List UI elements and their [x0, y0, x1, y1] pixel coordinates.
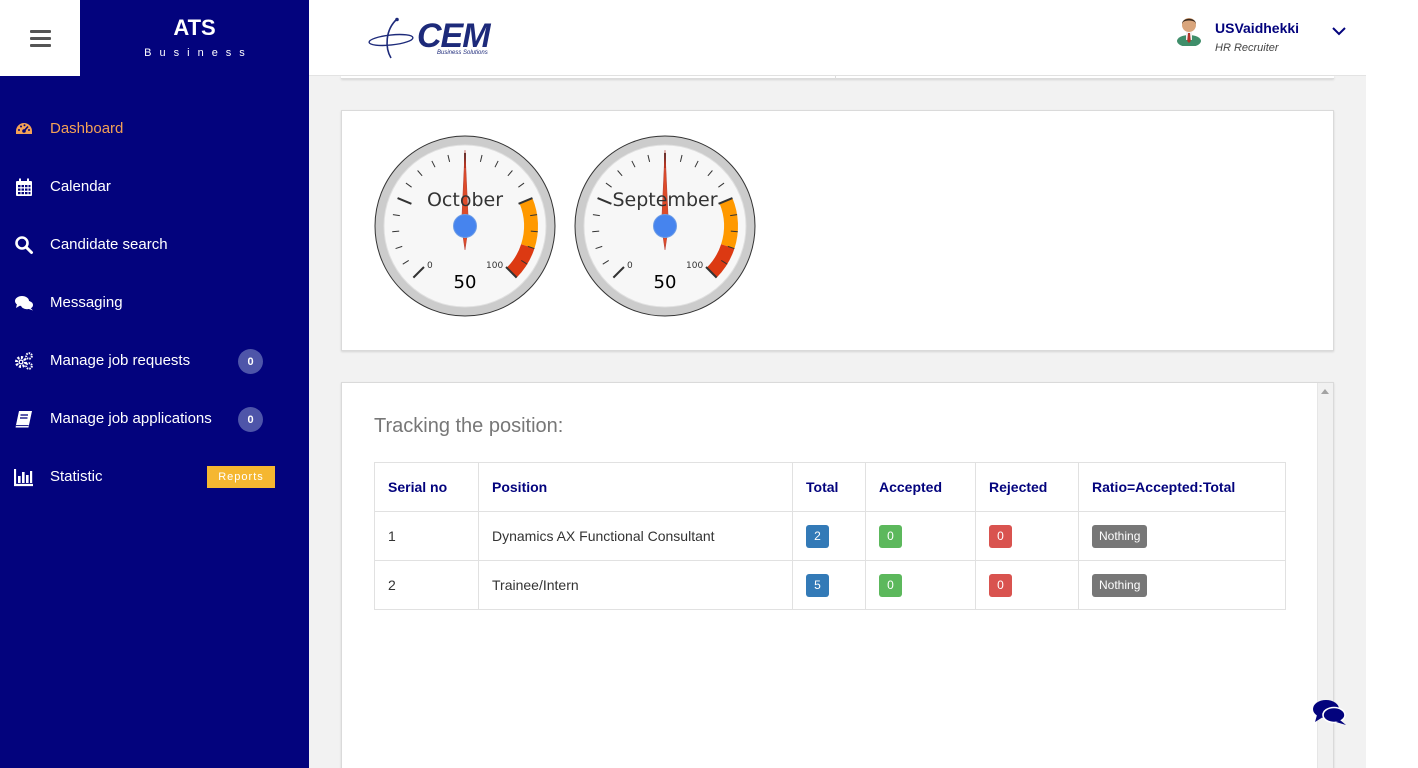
book-icon	[15, 411, 32, 428]
ratio-cell: Nothing	[1078, 560, 1286, 610]
column-header: Total	[792, 462, 866, 512]
accepted-badge: 0	[879, 524, 902, 548]
cogs-icon	[15, 352, 33, 370]
gauge-max-label: 100	[686, 261, 704, 271]
chat-widget-icon[interactable]	[1312, 697, 1348, 727]
rejected-cell: 0	[975, 511, 1079, 561]
tracking-card: Tracking the position: Serial no Positio…	[341, 382, 1334, 768]
gauge-october: October 0 100 50	[374, 135, 556, 317]
serial-cell: 2	[374, 560, 479, 610]
sidebar-item-label: Statistic	[50, 468, 103, 485]
sidebar-item-messaging[interactable]: Messaging	[0, 274, 309, 332]
sidebar-item-statistic[interactable]: Statistic Reports	[0, 448, 309, 506]
accepted-badge: 0	[879, 573, 902, 597]
sidebar-nav: Dashboard Calendar Candidate search Mess…	[0, 100, 309, 506]
sidebar-item-calendar[interactable]: Calendar	[0, 158, 309, 216]
gauge-september: September 0 100 50	[574, 135, 756, 317]
user-name[interactable]: USVaidhekki	[1215, 20, 1299, 36]
sidebar-item-candidate-search[interactable]: Candidate search	[0, 216, 309, 274]
gauge-minor-tick	[592, 230, 600, 233]
column-header: Ratio=Accepted:Total	[1078, 462, 1286, 512]
gauge-minor-tick	[392, 230, 400, 233]
gauge-hub	[653, 214, 677, 238]
sidebar-item-label: Manage job applications	[50, 410, 212, 427]
calendar-icon	[16, 178, 32, 196]
chevron-down-icon[interactable]	[1330, 24, 1348, 38]
sidebar-item-label: Dashboard	[50, 120, 124, 137]
user-role: HR Recruiter	[1215, 42, 1279, 54]
menu-toggle-button[interactable]	[0, 0, 80, 76]
table-row: 2 Trainee/Intern 5 0 0 Nothing	[374, 560, 1286, 610]
total-badge: 5	[806, 573, 829, 597]
gauge-value: 50	[653, 272, 677, 293]
column-header: Rejected	[975, 462, 1079, 512]
rejected-badge: 0	[989, 573, 1012, 597]
sidebar-item-label: Manage job requests	[50, 352, 191, 369]
section-title: Tracking the position:	[374, 415, 564, 437]
gauge-card: October 0 100 50 September 0 100 50	[341, 110, 1334, 351]
gauge-minor-tick	[530, 230, 538, 233]
job-requests-count-badge: 0	[238, 349, 263, 374]
total-cell: 2	[792, 511, 866, 561]
sidebar-item-label: Messaging	[50, 294, 123, 311]
ratio-cell: Nothing	[1078, 511, 1286, 561]
position-cell: Dynamics AX Functional Consultant	[478, 511, 793, 561]
column-header: Accepted	[865, 462, 976, 512]
rejected-cell: 0	[975, 560, 1079, 610]
tracking-table: Serial no Position Total Accepted Reject…	[374, 462, 1286, 610]
column-header: Position	[478, 462, 793, 512]
job-applications-count-badge: 0	[238, 407, 263, 432]
ratio-badge: Nothing	[1092, 573, 1148, 597]
user-avatar[interactable]	[1176, 14, 1202, 46]
ratio-badge: Nothing	[1092, 524, 1148, 548]
brand-subtitle: Business	[144, 47, 253, 59]
brand-title: ATS	[173, 15, 216, 40]
reports-tag[interactable]: Reports	[207, 466, 275, 488]
rejected-badge: 0	[989, 524, 1012, 548]
top-header: CEM Business Solutions USVaidhekki HR Re…	[309, 0, 1366, 76]
position-cell: Trainee/Intern	[478, 560, 793, 610]
sidebar-item-manage-job-requests[interactable]: Manage job requests 0	[0, 332, 309, 390]
table-header-row: Serial no Position Total Accepted Reject…	[374, 462, 1286, 512]
gauge-title: September	[612, 189, 718, 211]
gauge-min-label: 0	[427, 261, 433, 271]
accepted-cell: 0	[865, 560, 976, 610]
gauge-title: October	[426, 189, 504, 211]
bar-chart-icon	[14, 469, 33, 487]
gauge-minor-tick	[730, 230, 738, 233]
summary-card-edge	[341, 76, 1334, 79]
hamburger-icon	[29, 29, 51, 47]
brand: ATS Business	[80, 0, 309, 76]
total-badge: 2	[806, 524, 829, 548]
logo-orbit-icon	[368, 17, 414, 59]
sidebar-item-label: Calendar	[50, 178, 111, 195]
logo-subtitle: Business Solutions	[437, 50, 488, 56]
sidebar-item-dashboard[interactable]: Dashboard	[0, 100, 309, 158]
comments-icon	[15, 296, 33, 311]
table-row: 1 Dynamics AX Functional Consultant 2 0 …	[374, 511, 1286, 561]
serial-cell: 1	[374, 511, 479, 561]
sidebar-item-label: Candidate search	[50, 236, 168, 253]
accepted-cell: 0	[865, 511, 976, 561]
sidebar-item-manage-job-applications[interactable]: Manage job applications 0	[0, 390, 309, 448]
page-right-gutter	[1366, 0, 1418, 768]
gauge-hub	[453, 214, 477, 238]
dashboard-icon	[16, 123, 32, 134]
gauge-max-label: 100	[486, 261, 504, 271]
total-cell: 5	[792, 560, 866, 610]
column-header: Serial no	[374, 462, 479, 512]
sidebar: ATS Business Dashboard Calendar Candidat…	[0, 0, 309, 768]
scroll-up-arrow-icon[interactable]	[1321, 389, 1329, 394]
company-logo[interactable]: CEM Business Solutions	[367, 16, 497, 60]
main-content: October 0 100 50 September 0 100 50 Trac…	[309, 76, 1366, 768]
gauge-min-label: 0	[627, 261, 633, 271]
search-icon	[15, 236, 33, 254]
gauge-value: 50	[453, 272, 477, 293]
